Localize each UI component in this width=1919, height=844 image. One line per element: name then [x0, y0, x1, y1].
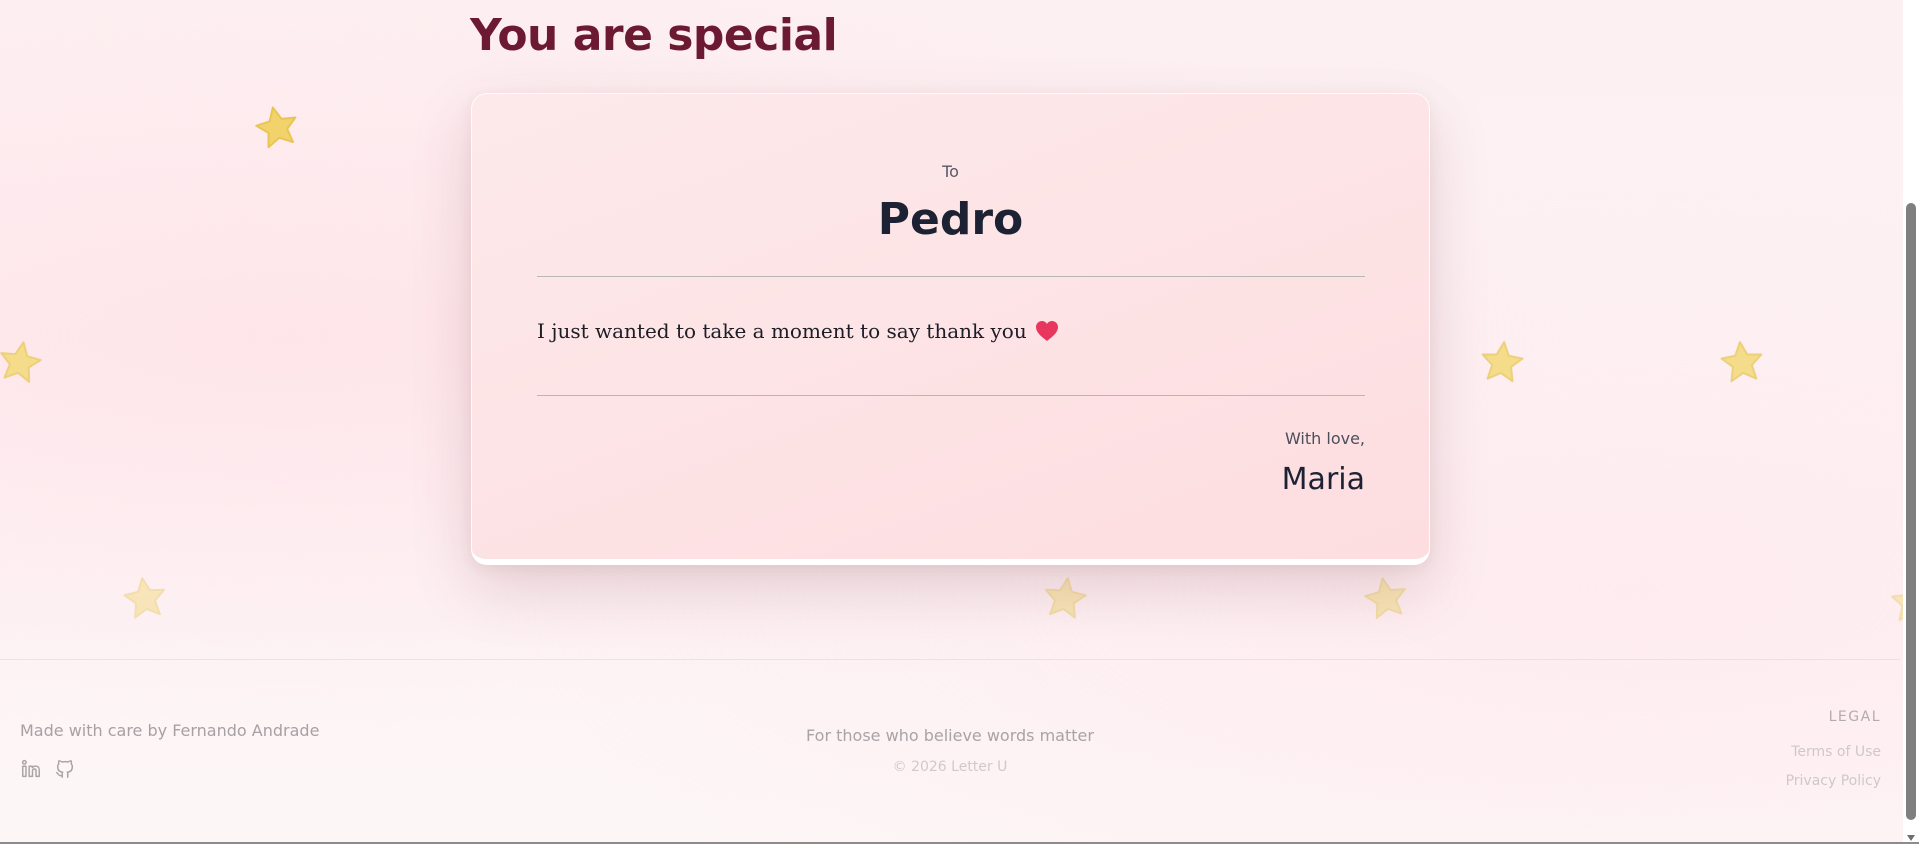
recipient-name: Pedro: [877, 194, 1024, 245]
star-icon: [1358, 570, 1414, 626]
letter-card: To Pedro I just wanted to take a moment …: [471, 93, 1430, 565]
closing-text: With love,: [1284, 429, 1365, 448]
footer-divider: [0, 659, 1900, 660]
sender-name: Maria: [1281, 462, 1365, 497]
star-icon: [1476, 336, 1529, 389]
star-icon: [1716, 336, 1769, 389]
to-label: To: [942, 162, 959, 181]
scroll-down-arrow-icon[interactable]: [1906, 828, 1916, 841]
legal-heading: LEGAL: [1828, 709, 1881, 725]
scrollbar-thumb[interactable]: [1906, 203, 1916, 820]
footer-copyright: © 2026 Letter U: [892, 759, 1008, 775]
letter-message: I just wanted to take a moment to say th…: [537, 319, 1365, 343]
footer-tagline: For those who believe words matter: [806, 726, 1094, 745]
divider: [537, 395, 1365, 396]
star-icon: [118, 571, 172, 625]
star-icon: [249, 99, 306, 156]
message-text: I just wanted to take a moment to say th…: [537, 319, 1027, 343]
divider: [537, 276, 1365, 277]
privacy-policy-link[interactable]: Privacy Policy: [1786, 773, 1881, 789]
vertical-scrollbar[interactable]: [1903, 0, 1919, 844]
page-title: You are special: [470, 10, 838, 61]
terms-of-use-link[interactable]: Terms of Use: [1791, 744, 1881, 760]
star-icon: [0, 334, 48, 390]
heart-icon: [1035, 320, 1059, 342]
star-icon: [1038, 571, 1092, 625]
